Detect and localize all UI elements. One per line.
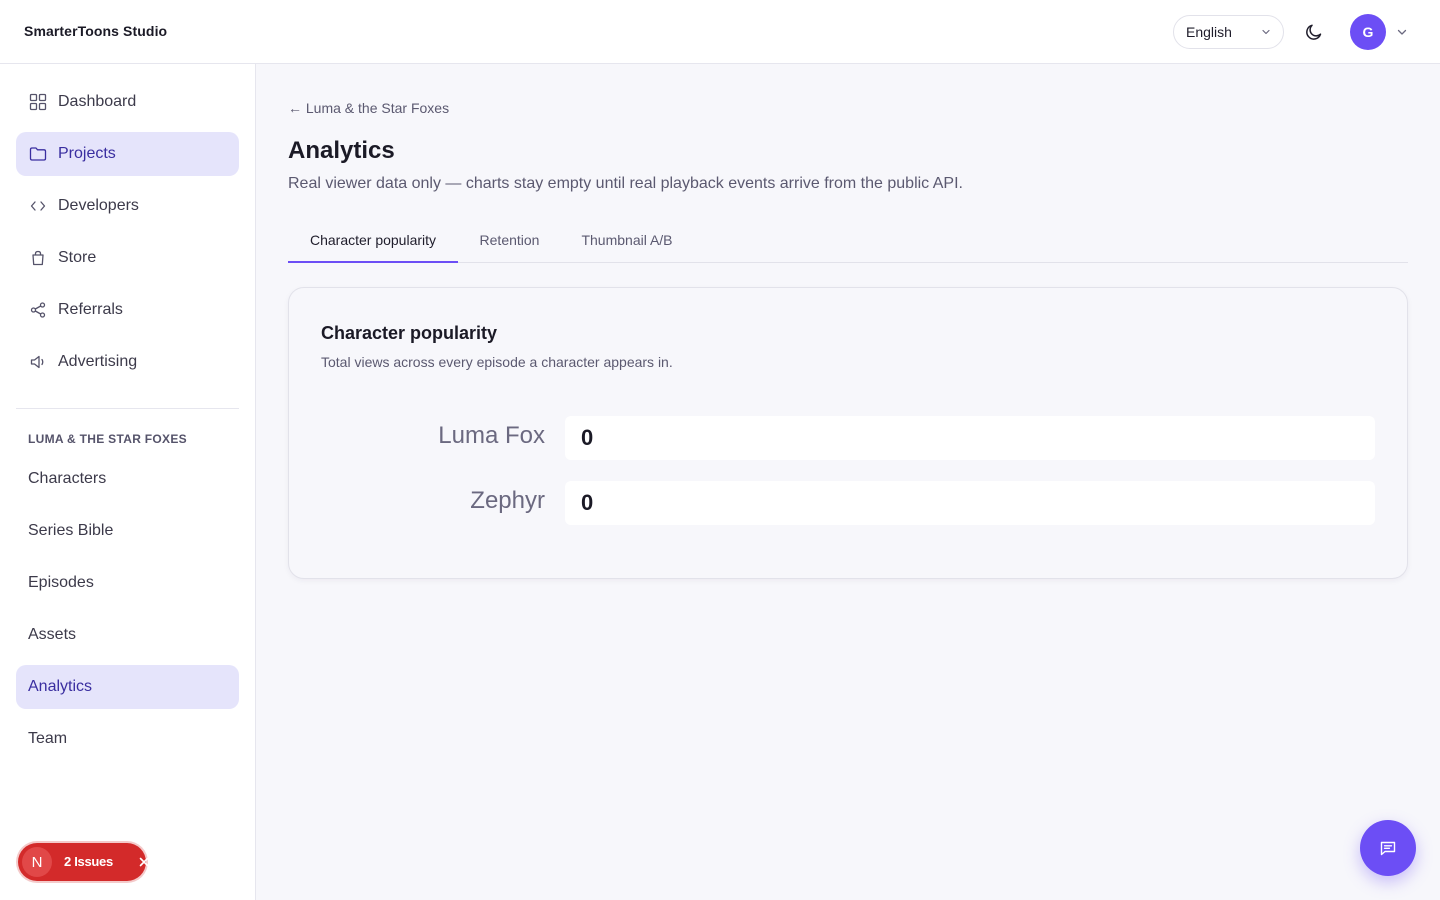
sidebar-item-episodes[interactable]: Episodes [16,561,239,605]
project-section-label: LUMA & THE STAR FOXES [28,432,187,446]
card-subtitle: Total views across every episode a chara… [321,354,673,370]
sidebar-divider [16,408,239,409]
chat-icon [1380,841,1396,856]
bar-value-luma-fox: 0 [581,425,594,450]
brand-name[interactable]: SmarterToons Studio [24,23,167,39]
sidebar-item-label: Referrals [58,301,123,318]
sidebar-item-label: Characters [28,470,107,487]
tab-thumbnail-ab[interactable]: Thumbnail A/B [568,218,686,262]
sidebar-item-characters[interactable]: Characters [16,457,239,501]
sidebar-item-label: Team [28,730,68,747]
moon-icon [1306,24,1322,40]
language-select[interactable]: English [1173,15,1284,49]
sidebar-item-analytics[interactable]: Analytics [16,665,239,709]
megaphone-icon [28,352,48,372]
chat-button[interactable] [1360,820,1416,876]
back-link[interactable]: ← Luma & the Star Foxes [288,100,449,116]
sidebar-item-label: Analytics [28,678,93,695]
chevron-down-icon [1262,29,1270,35]
close-icon[interactable] [137,855,151,869]
tab-character-popularity[interactable]: Character popularity [288,218,458,263]
sidebar-item-label: Series Bible [28,522,114,539]
page-title: Analytics [288,137,395,164]
sidebar-item-dashboard[interactable]: Dashboard [16,80,239,124]
card-title: Character popularity [321,323,498,343]
bar-label-zephyr: Zephyr [470,487,545,514]
sidebar-item-label: Store [58,249,97,266]
sidebar-item-store[interactable]: Store [16,236,239,280]
sidebar: Dashboard Projects Developers Store Refe… [0,64,256,900]
issues-logo: N [22,847,52,877]
sidebar-item-label: Dashboard [58,93,137,110]
code-icon [28,196,48,216]
page-subtitle: Real viewer data only — charts stay empt… [288,175,963,192]
sidebar-item-projects[interactable]: Projects [16,132,239,176]
folder-icon [28,144,48,164]
bar-track-zephyr: 0 [565,481,1375,525]
sidebar-item-assets[interactable]: Assets [16,613,239,657]
character-popularity-card: Character popularity Total views across … [288,287,1408,579]
sidebar-item-label: Developers [58,197,139,214]
grid-icon [28,92,48,112]
issues-badge[interactable]: N 2 Issues [18,843,149,881]
account-chevron-down-icon[interactable] [1396,26,1408,38]
analytics-tabs: Character popularity Retention Thumbnail… [288,218,1408,263]
tab-retention[interactable]: Retention [466,218,553,262]
sidebar-item-label: Assets [28,626,77,643]
sidebar-item-team[interactable]: Team [16,717,239,761]
bar-label-luma-fox: Luma Fox [438,422,545,449]
user-avatar[interactable]: G [1350,14,1386,50]
top-header: SmarterToons Studio English G [0,0,1440,64]
sidebar-item-label: Episodes [28,574,94,591]
bag-icon [28,248,48,268]
sidebar-item-label: Advertising [58,353,138,370]
sidebar-item-developers[interactable]: Developers [16,184,239,228]
sidebar-item-referrals[interactable]: Referrals [16,288,239,332]
bar-value-zephyr: 0 [581,490,594,515]
share-icon [28,300,48,320]
theme-toggle-button[interactable] [1302,20,1326,44]
sidebar-item-advertising[interactable]: Advertising [16,340,239,384]
bar-track-luma-fox: 0 [565,416,1375,460]
sidebar-item-label: Projects [58,145,116,162]
issues-count[interactable]: 2 Issues [64,854,113,869]
sidebar-item-series-bible[interactable]: Series Bible [16,509,239,553]
language-select-value: English [1186,24,1232,40]
